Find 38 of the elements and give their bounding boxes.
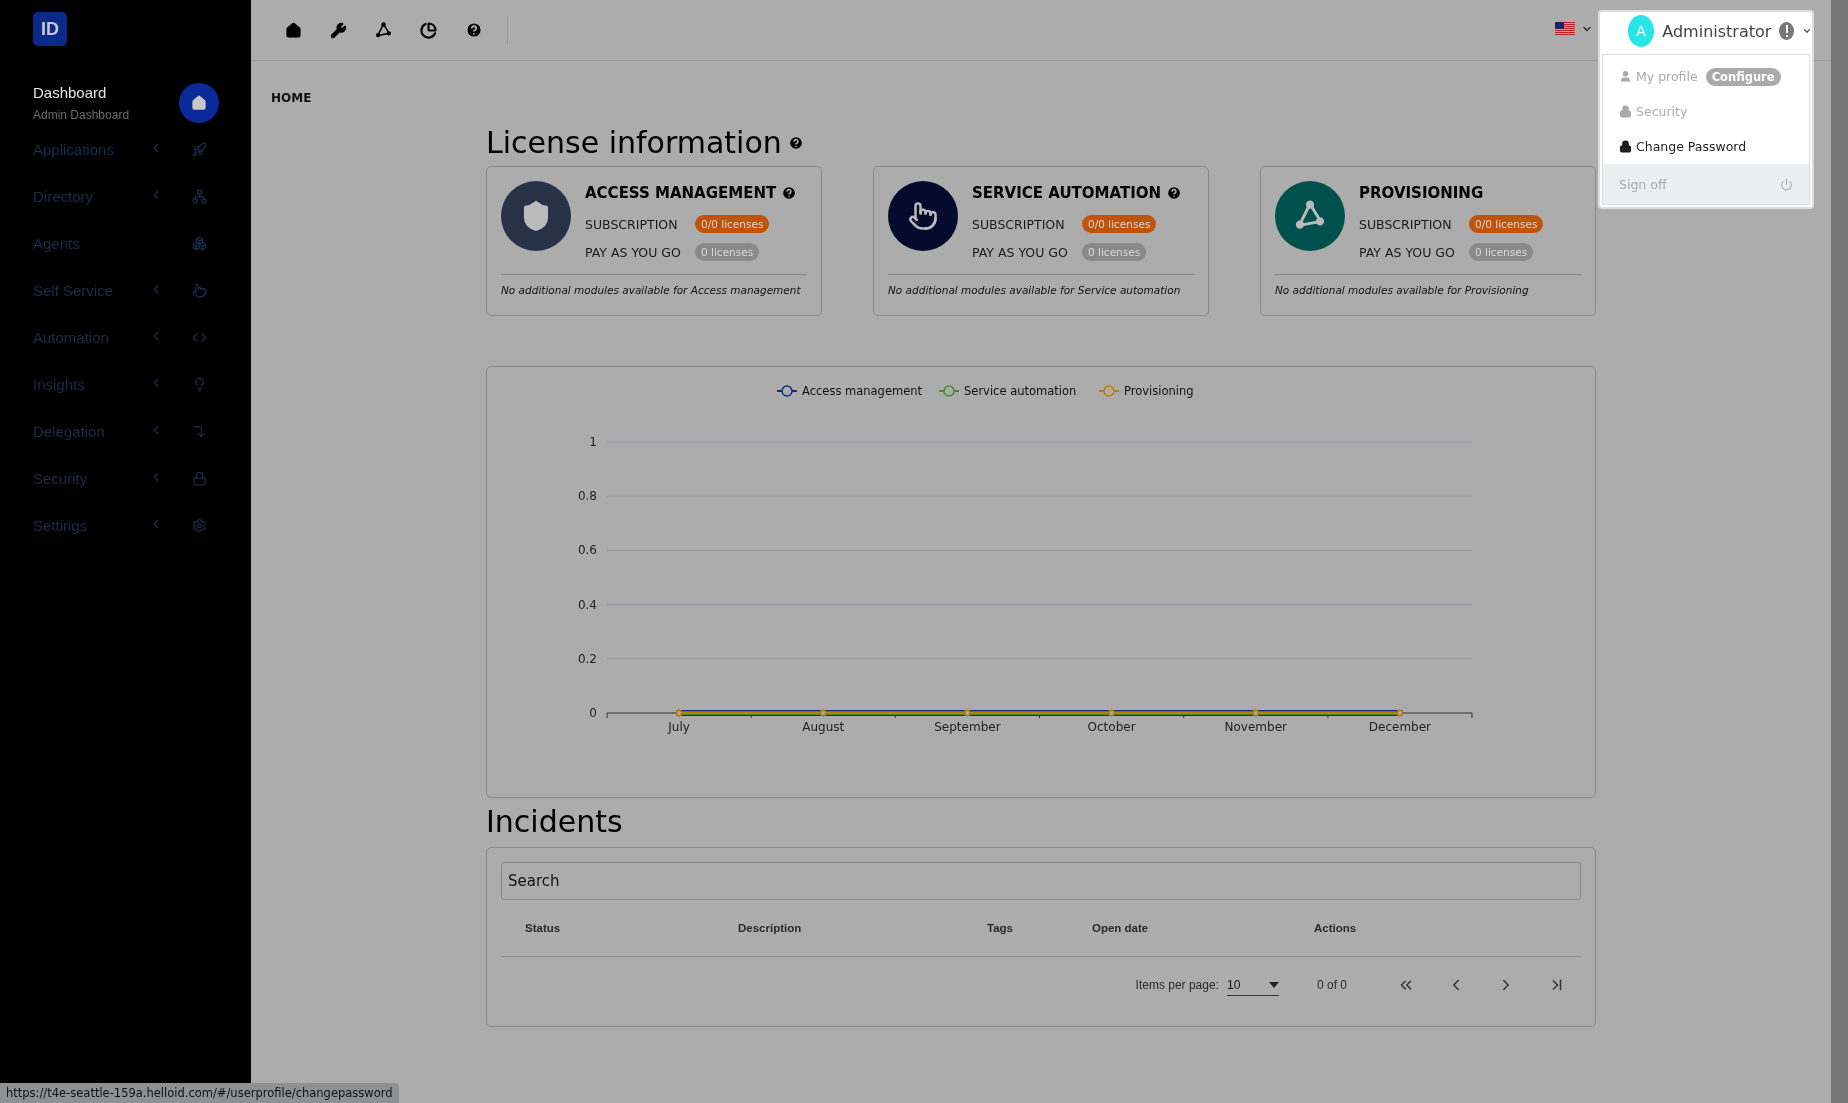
y-tick-label: 0.2: [577, 651, 597, 666]
y-tick-label: 0.8: [577, 489, 597, 504]
row-label: PAY AS YOU GO: [972, 244, 1069, 260]
y-tick-label: 0.4: [577, 597, 597, 612]
row-label: PAY AS YOU GO: [585, 244, 682, 260]
card-note: No additional modules available for Access management: [501, 284, 802, 296]
row-label: SUBSCRIPTION: [585, 216, 679, 232]
x-tick-label: August: [802, 720, 845, 734]
license-count: 0 licenses: [1082, 243, 1147, 261]
license-count: 0/0 licenses: [1469, 215, 1544, 233]
x-tick-label: December: [1368, 720, 1432, 734]
section-title: Incidents: [486, 804, 623, 839]
license-count: 0 licenses: [1469, 243, 1534, 261]
x-tick-label: November: [1224, 720, 1287, 734]
card-title: SERVICE AUTOMATION: [972, 184, 1162, 202]
page-range: 0 of 0: [1316, 978, 1347, 992]
row-label: SUBSCRIPTION: [1359, 216, 1453, 232]
card-title: PROVISIONING: [1359, 184, 1484, 202]
card-note: No additional modules available for Service automation: [888, 284, 1182, 296]
y-tick-label: 1: [589, 435, 597, 449]
legend-label: Access management: [802, 384, 923, 398]
card-title: ACCESS MANAGEMENT: [585, 184, 777, 202]
x-tick-label: October: [1087, 720, 1136, 734]
section-title: License information: [486, 125, 782, 160]
y-tick-label: 0.6: [577, 543, 597, 558]
legend-label: Service automation: [964, 384, 1077, 398]
x-tick-label: July: [668, 720, 690, 734]
row-label: SUBSCRIPTION: [972, 216, 1066, 232]
y-tick-label: 0: [589, 706, 597, 720]
license-count: 0 licenses: [695, 243, 760, 261]
row-label: PAY AS YOU GO: [1359, 244, 1456, 260]
x-tick-label: September: [934, 720, 1001, 734]
license-count: 0/0 licenses: [1082, 215, 1157, 233]
license-count: 0/0 licenses: [695, 215, 770, 233]
card-note: No additional modules available for Provisioning: [1275, 284, 1530, 296]
status-url: https://t4e-seattle-159a.helloid.com/#/userprofile/changepassword: [0, 1083, 399, 1103]
items-per-page-label: Items per page:: [1135, 978, 1219, 992]
legend-label: Provisioning: [1124, 384, 1194, 398]
